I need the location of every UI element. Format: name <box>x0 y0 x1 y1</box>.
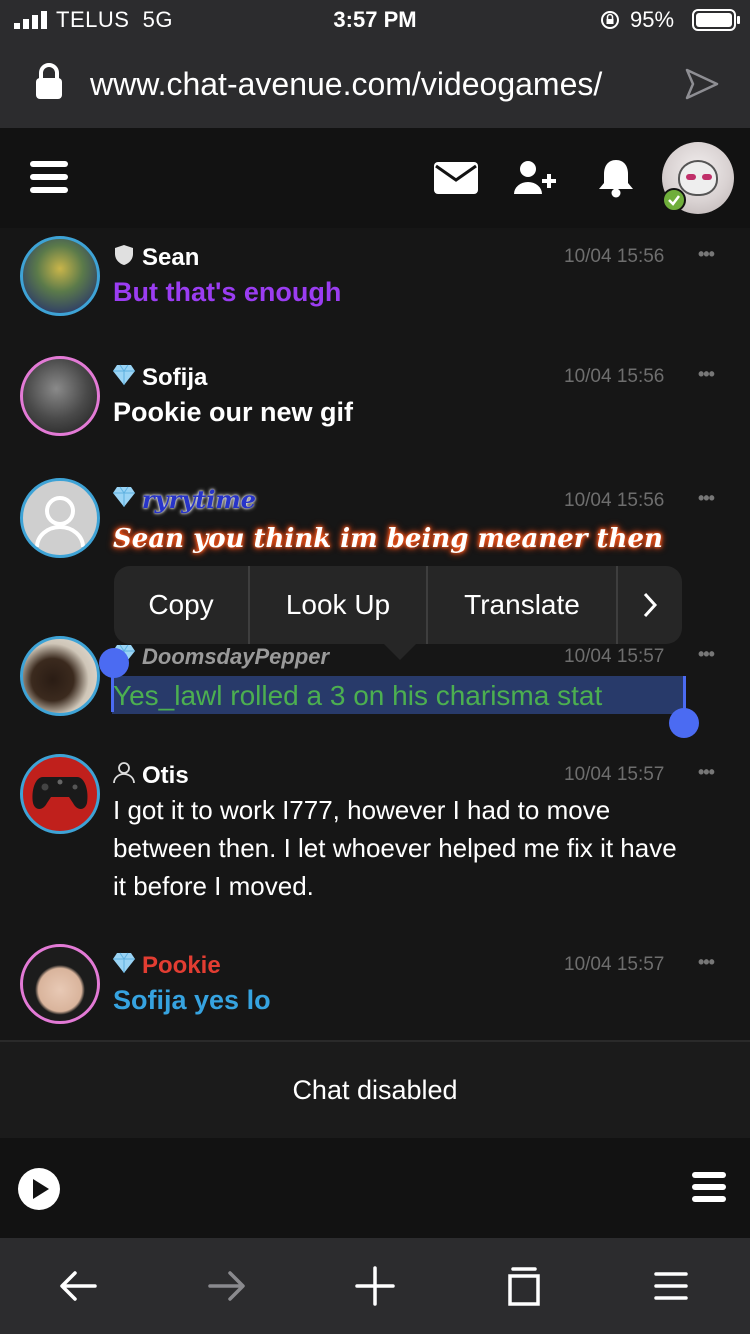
message-text-line: it before I moved. <box>113 871 314 901</box>
more-options-icon[interactable]: ••• <box>698 244 715 265</box>
timestamp: 10/04 15:57 <box>564 646 665 667</box>
avatar[interactable] <box>20 754 100 834</box>
chat-footer <box>0 1138 750 1238</box>
diamond-icon <box>113 486 135 507</box>
timestamp: 10/04 15:57 <box>564 954 665 975</box>
chevron-right-icon <box>643 592 658 618</box>
avatar[interactable] <box>20 636 100 716</box>
browser-toolbar <box>0 1238 750 1334</box>
battery-icon <box>692 9 740 31</box>
selection-end-handle[interactable] <box>669 708 699 738</box>
rotation-lock-icon <box>601 11 619 29</box>
avatar-eye <box>702 174 712 180</box>
avatar[interactable] <box>20 356 100 436</box>
avatar-eye <box>686 174 696 180</box>
back-arrow-icon[interactable] <box>57 1266 99 1306</box>
username[interactable]: Sofija <box>142 364 207 392</box>
copy-menu-item[interactable]: Copy <box>114 566 250 644</box>
chat-disabled-notice: Chat disabled <box>0 1042 750 1138</box>
lock-icon <box>36 63 62 99</box>
look-up-menu-item[interactable]: Look Up <box>250 566 428 644</box>
context-menu-pointer <box>384 644 416 660</box>
app-header <box>0 128 750 228</box>
selection-start-handle[interactable] <box>99 648 129 678</box>
avatar[interactable] <box>20 478 100 558</box>
menu-icon[interactable] <box>692 1172 726 1202</box>
more-options-icon[interactable]: ••• <box>698 644 715 665</box>
message-text[interactable]: Yes_lawl rolled a 3 on his charisma stat <box>113 680 602 712</box>
gamepad-icon <box>32 777 88 809</box>
menu-icon[interactable] <box>30 161 68 193</box>
username[interactable]: ryrytime <box>142 485 256 514</box>
tabs-icon[interactable] <box>503 1266 545 1306</box>
default-avatar-icon <box>35 496 85 548</box>
context-menu-more[interactable] <box>618 566 682 644</box>
message-text: Sean you think im being meaner then <box>113 524 663 554</box>
more-options-icon[interactable]: ••• <box>698 762 715 783</box>
send-icon[interactable] <box>684 66 720 102</box>
url-text[interactable]: www.chat-avenue.com/videogames/ <box>90 66 602 103</box>
text-context-menu: Copy Look Up Translate <box>114 566 682 644</box>
message-text: Pookie our new gif <box>113 397 354 427</box>
online-status-icon <box>662 188 686 212</box>
timestamp: 10/04 15:57 <box>564 764 665 785</box>
user-icon <box>113 762 135 784</box>
avatar[interactable] <box>20 236 100 316</box>
message-text-line: I got it to work I777, however I had to … <box>113 795 611 825</box>
message-text: Sofija yes lo <box>113 985 271 1015</box>
status-bar: TELUS 5G 3:57 PM 95% <box>0 0 750 40</box>
forward-arrow-icon[interactable] <box>206 1266 248 1306</box>
battery-percent: 95% <box>630 7 675 32</box>
username[interactable]: Sean <box>142 244 199 272</box>
shield-icon <box>115 245 133 265</box>
timestamp: 10/04 15:56 <box>564 366 665 387</box>
more-options-icon[interactable]: ••• <box>698 364 715 385</box>
bell-icon[interactable] <box>598 158 634 198</box>
more-options-icon[interactable]: ••• <box>698 488 715 509</box>
message-text: But that's enough <box>113 277 342 307</box>
message-text-line: between then. I let whoever helped me fi… <box>113 833 677 863</box>
menu-icon[interactable] <box>650 1266 692 1306</box>
translate-menu-item[interactable]: Translate <box>428 566 618 644</box>
mail-icon[interactable] <box>434 162 478 194</box>
username[interactable]: Otis <box>142 762 189 790</box>
timestamp: 10/04 15:56 <box>564 490 665 511</box>
diamond-icon <box>113 952 135 973</box>
timestamp: 10/04 15:56 <box>564 246 665 267</box>
play-icon[interactable] <box>18 1168 60 1210</box>
new-tab-icon[interactable] <box>354 1266 396 1306</box>
diamond-icon <box>113 364 135 385</box>
username[interactable]: Pookie <box>142 952 221 980</box>
avatar[interactable] <box>20 944 100 1024</box>
more-options-icon[interactable]: ••• <box>698 952 715 973</box>
browser-url-bar[interactable]: www.chat-avenue.com/videogames/ <box>0 40 750 128</box>
add-user-icon[interactable] <box>514 160 556 196</box>
username[interactable]: DoomsdayPepper <box>142 644 329 670</box>
